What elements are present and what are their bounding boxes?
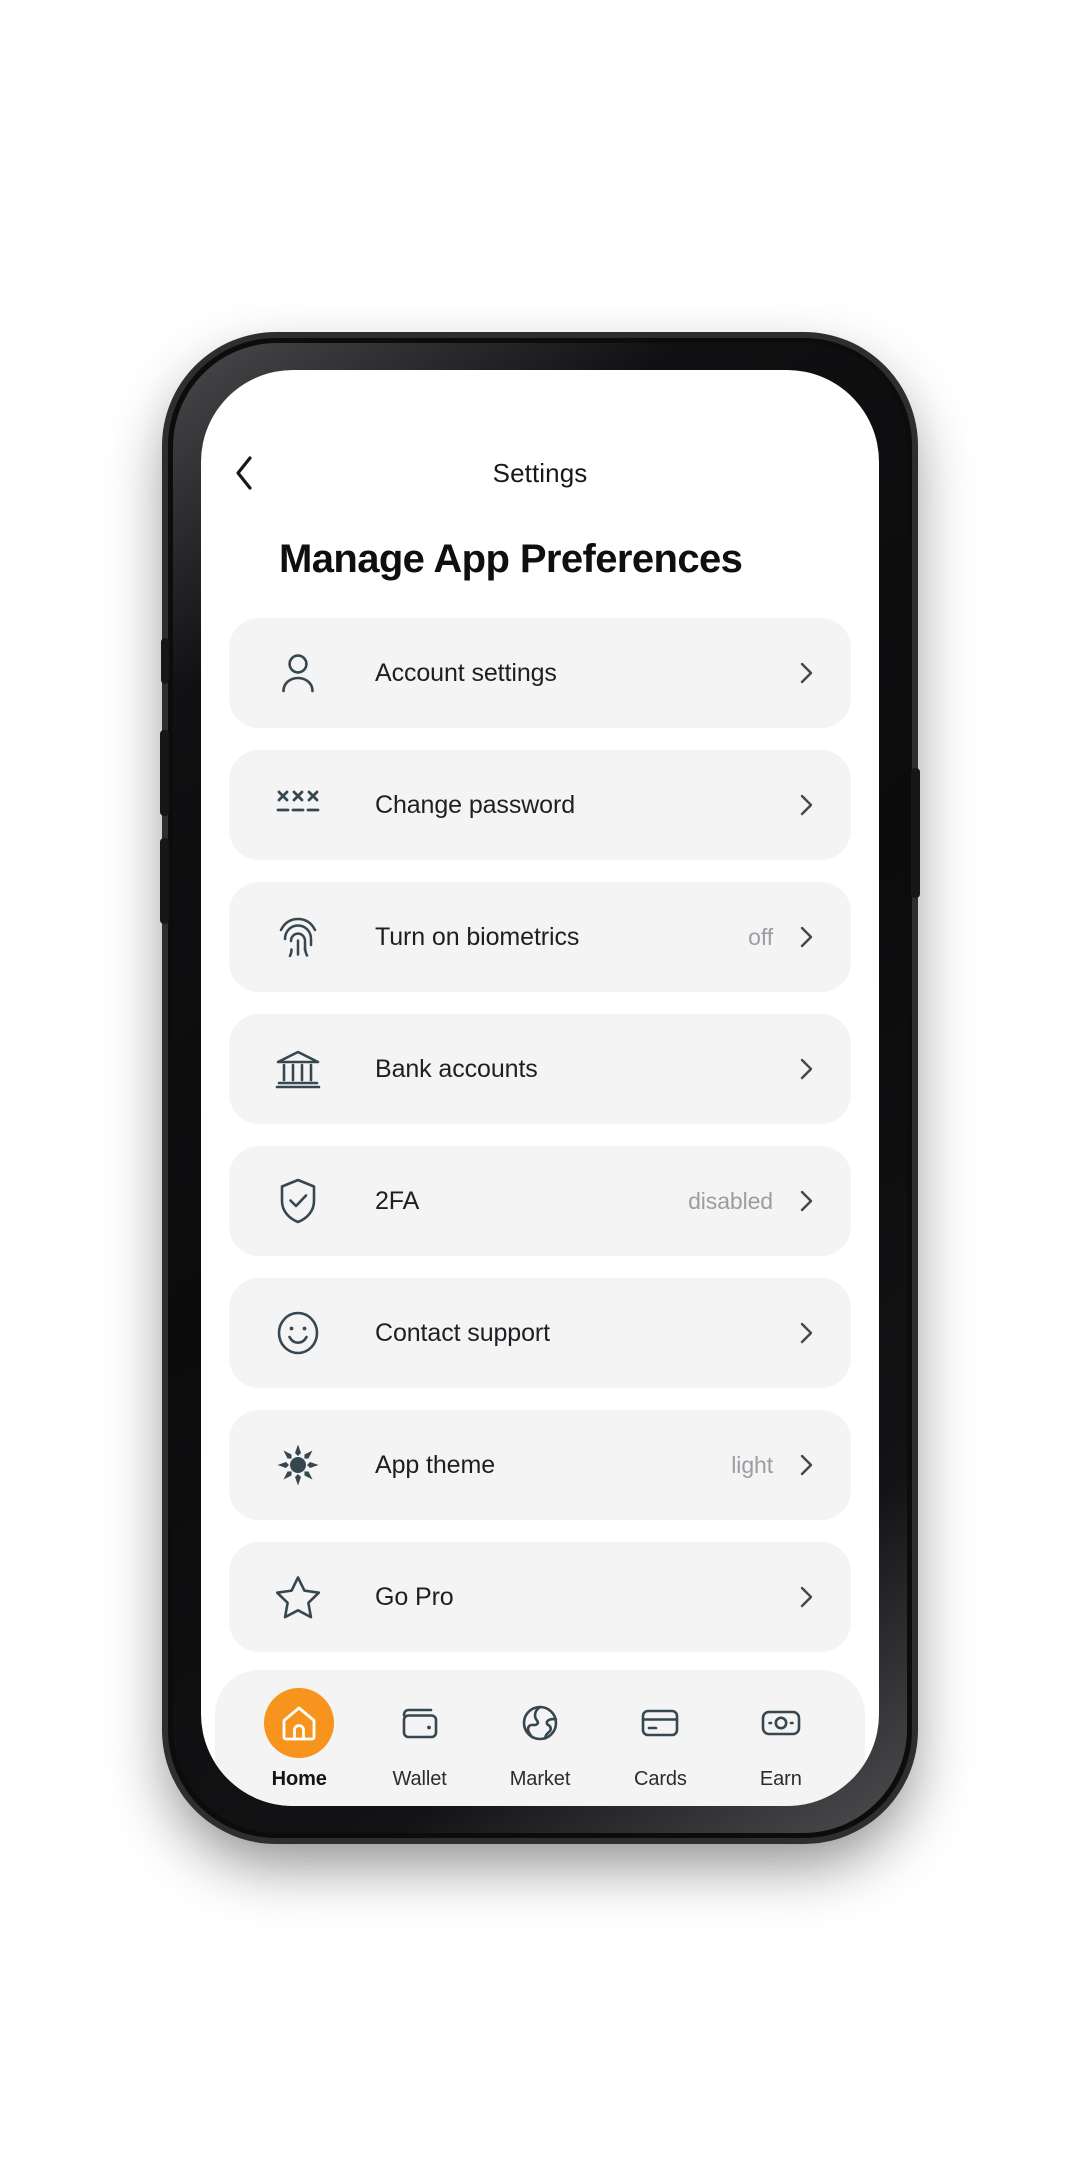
chevron-right-icon [795,1058,817,1080]
globe-icon [505,1688,575,1758]
settings-row-bank-accounts[interactable]: Bank accounts [229,1014,851,1125]
bank-icon [271,1042,325,1096]
smiley-icon [271,1306,325,1360]
tab-home[interactable]: Home [239,1688,359,1791]
bottom-navigation: Home Wallet Market Cards Earn [215,1670,865,1806]
settings-row-label: Contact support [375,1318,550,1347]
screenshot-stage: Settings Manage App Preferences Account … [0,0,1080,2175]
settings-row-go-pro[interactable]: Go Pro [229,1542,851,1653]
header-title: Settings [492,457,588,488]
tab-wallet[interactable]: Wallet [359,1688,479,1791]
settings-screen: Settings Manage App Preferences Account … [201,370,879,1806]
settings-row-value: disabled [688,1187,773,1214]
settings-row-change-password[interactable]: Change password [229,750,851,861]
power-button[interactable] [911,767,920,898]
home-icon [264,1688,335,1759]
settings-row-account-settings[interactable]: Account settings [229,618,851,729]
sun-icon [271,1438,325,1492]
chevron-right-icon [795,926,817,948]
settings-row-2fa[interactable]: 2FA disabled [229,1146,851,1257]
user-icon [271,646,325,700]
banknote-icon [746,1688,816,1758]
shield-check-icon [271,1174,325,1228]
wallet-icon [385,1688,455,1758]
settings-row-label: 2FA [375,1186,420,1215]
chevron-left-icon [236,456,252,491]
settings-row-label: Account settings [375,658,557,687]
phone-frame: Settings Manage App Preferences Account … [160,337,920,1838]
tab-label: Home [271,1768,327,1791]
settings-row-label: Turn on biometrics [375,922,580,951]
password-icon [271,778,325,832]
app-header: Settings [201,424,879,524]
settings-row-label: Change password [375,790,576,819]
tab-cards[interactable]: Cards [600,1688,720,1791]
tab-label: Earn [759,1768,802,1791]
tab-earn[interactable]: Earn [721,1688,841,1791]
settings-row-app-theme[interactable]: App theme light [229,1410,851,1521]
settings-row-value: light [731,1451,773,1478]
back-button[interactable] [217,446,271,500]
star-icon [271,1570,325,1624]
chevron-right-icon [795,1190,817,1212]
settings-row-label: Go Pro [375,1582,454,1611]
phone-screen: Settings Manage App Preferences Account … [201,369,879,1806]
chevron-right-icon [795,1586,817,1608]
chevron-right-icon [795,1322,817,1344]
mute-switch[interactable] [161,637,169,684]
chevron-right-icon [795,794,817,816]
settings-row-turn-on-biometrics[interactable]: Turn on biometrics off [229,882,851,993]
volume-down-button[interactable] [160,837,169,924]
chevron-right-icon [795,1454,817,1476]
settings-row-label: App theme [375,1450,496,1479]
fingerprint-icon [271,910,325,964]
card-icon [625,1688,695,1758]
tab-label: Wallet [392,1768,447,1791]
settings-row-contact-support[interactable]: Contact support [229,1278,851,1389]
settings-list: Account settings Change password Turn on… [201,582,879,1653]
page-title: Manage App Preferences [279,537,743,582]
tab-label: Cards [633,1768,687,1791]
tab-label: Market [509,1768,571,1791]
settings-row-label: Bank accounts [375,1054,538,1083]
chevron-right-icon [795,662,817,684]
tab-market[interactable]: Market [480,1688,600,1791]
settings-row-value: off [748,923,773,950]
volume-up-button[interactable] [160,729,169,816]
